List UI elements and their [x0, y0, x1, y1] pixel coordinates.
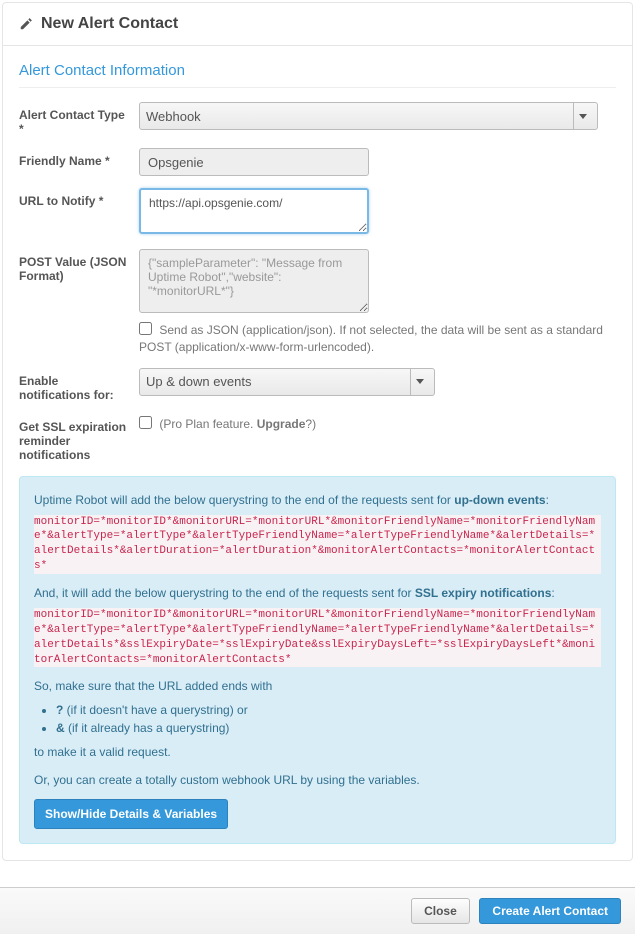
toggle-details-button[interactable]: Show/Hide Details & Variables — [34, 799, 228, 829]
info-line4: to make it a valid request. — [34, 743, 601, 761]
hint-send-json-text: Send as JSON (application/json). If not … — [139, 323, 603, 354]
info-line1-bold: up-down events — [454, 493, 545, 507]
modal-footer: Close Create Alert Contact — [0, 887, 635, 934]
info-line5: Or, you can create a totally custom webh… — [34, 771, 601, 789]
label-friendly-name: Friendly Name * — [19, 148, 139, 168]
section-title: Alert Contact Information — [19, 62, 616, 79]
info-box: Uptime Robot will add the below querystr… — [19, 476, 616, 845]
label-enable-notifications: Enable notifications for: — [19, 368, 139, 402]
row-url-notify: URL to Notify * https://api.opsgenie.com… — [19, 188, 616, 237]
checkbox-ssl-reminder[interactable] — [139, 416, 152, 429]
chevron-down-icon — [410, 369, 428, 395]
info-bullet2: & (if it already has a querystring) — [56, 719, 601, 737]
select-contact-type-value: Webhook — [146, 109, 201, 124]
select-enable-notifications-value: Up & down events — [146, 374, 252, 389]
hint-ssl-reminder: (Pro Plan feature. Upgrade?) — [139, 416, 616, 433]
info-bullet2-mark: & — [56, 721, 65, 735]
modal-dialog: New Alert Contact Alert Contact Informat… — [2, 2, 633, 861]
info-bullet1: ? (if it doesn't have a querystring) or — [56, 701, 601, 719]
row-enable-notifications: Enable notifications for: Up & down even… — [19, 368, 616, 402]
close-button[interactable]: Close — [411, 898, 470, 924]
select-contact-type[interactable]: Webhook — [139, 102, 598, 130]
row-ssl-reminder: Get SSL expiration reminder notification… — [19, 414, 616, 462]
info-code1: monitorID=*monitorID*&monitorURL=*monito… — [34, 515, 601, 574]
label-post-value: POST Value (JSON Format) — [19, 249, 139, 283]
info-line1: Uptime Robot will add the below querystr… — [34, 491, 601, 509]
info-line2-bold: SSL expiry notifications — [415, 586, 551, 600]
modal-header: New Alert Contact — [3, 3, 632, 46]
label-ssl-reminder: Get SSL expiration reminder notification… — [19, 414, 139, 462]
label-contact-type: Alert Contact Type * — [19, 102, 139, 136]
info-line2: And, it will add the below querystring t… — [34, 584, 601, 602]
row-post-value: POST Value (JSON Format) Send as JSON (a… — [19, 249, 616, 356]
info-bullets: ? (if it doesn't have a querystring) or … — [56, 701, 601, 737]
select-enable-notifications[interactable]: Up & down events — [139, 368, 435, 396]
edit-icon — [19, 17, 33, 31]
info-line2-text: And, it will add the below querystring t… — [34, 586, 415, 600]
row-friendly-name: Friendly Name * — [19, 148, 616, 176]
input-friendly-name[interactable] — [139, 148, 369, 176]
info-code2: monitorID=*monitorID*&monitorURL=*monito… — [34, 608, 601, 667]
hint-send-json: Send as JSON (application/json). If not … — [139, 322, 616, 356]
textarea-post-value[interactable] — [139, 249, 369, 313]
modal-title: New Alert Contact — [41, 15, 178, 33]
textarea-url-notify[interactable]: https://api.opsgenie.com/ — [139, 188, 369, 234]
divider — [19, 87, 616, 88]
upgrade-link[interactable]: Upgrade — [257, 417, 306, 431]
ssl-hint-prefix: (Pro Plan feature. — [159, 417, 256, 431]
row-contact-type: Alert Contact Type * Webhook — [19, 102, 616, 136]
checkbox-send-json[interactable] — [139, 322, 152, 335]
label-url-notify: URL to Notify * — [19, 188, 139, 208]
ssl-hint-suffix: ?) — [305, 417, 316, 431]
info-line1-text: Uptime Robot will add the below querystr… — [34, 493, 454, 507]
info-line3: So, make sure that the URL added ends wi… — [34, 677, 601, 695]
modal-body: Alert Contact Information Alert Contact … — [3, 46, 632, 860]
create-alert-contact-button[interactable]: Create Alert Contact — [479, 898, 621, 924]
info-bullet2-text: (if it already has a querystring) — [65, 721, 230, 735]
info-bullet1-text: (if it doesn't have a querystring) or — [63, 703, 247, 717]
chevron-down-icon — [573, 103, 591, 129]
